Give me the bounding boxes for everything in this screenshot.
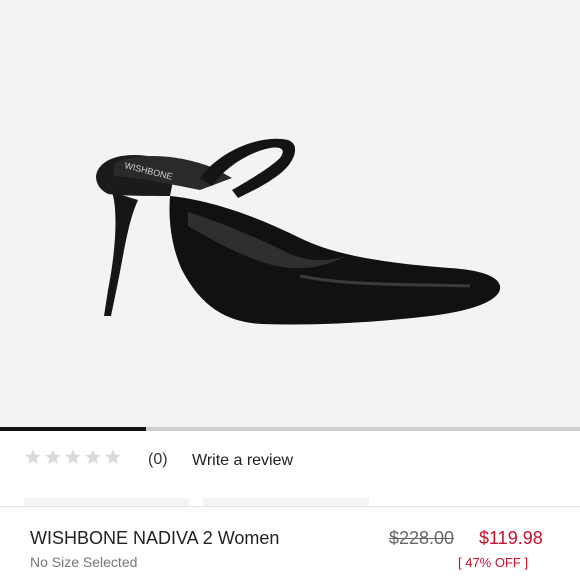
- star-rating: [24, 448, 122, 466]
- size-option[interactable]: [24, 498, 190, 506]
- star-icon: [24, 448, 42, 466]
- rating-row: (0) Write a review: [0, 431, 580, 491]
- product-summary-bar: WISHBONE NADIVA 2 Women No Size Selected…: [0, 506, 580, 580]
- product-title: WISHBONE NADIVA 2 Women: [30, 528, 280, 548]
- sale-price: $119.98: [479, 528, 543, 548]
- original-price: $228.00: [389, 528, 455, 548]
- review-count: (0): [148, 451, 168, 468]
- size-option[interactable]: [203, 498, 369, 506]
- star-icon: [84, 448, 102, 466]
- star-icon: [104, 448, 122, 466]
- size-status: No Size Selected: [30, 554, 138, 570]
- product-image[interactable]: WISHBONE: [0, 0, 580, 427]
- discount-badge: [ 47% OFF ]: [458, 555, 529, 570]
- write-review-link[interactable]: Write a review: [192, 452, 293, 470]
- star-icon: [44, 448, 62, 466]
- shoe-image: WISHBONE: [96, 138, 501, 325]
- star-icon: [64, 448, 82, 466]
